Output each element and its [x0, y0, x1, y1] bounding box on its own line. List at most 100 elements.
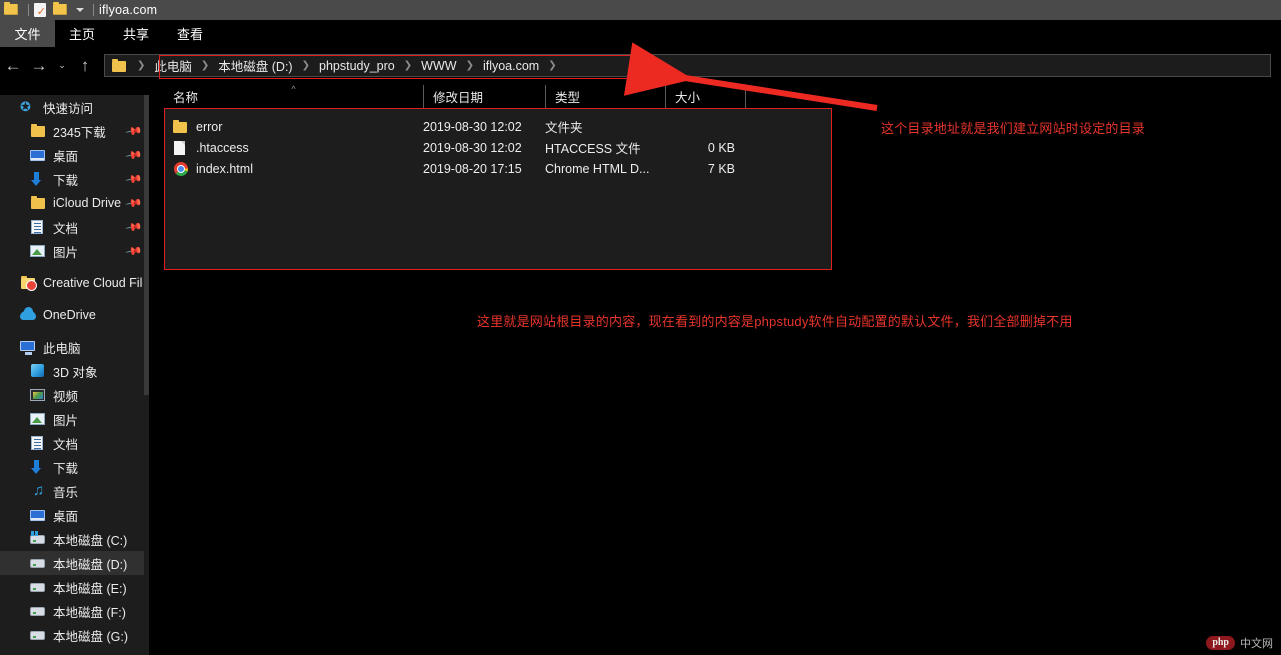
file-name-label: index.html — [196, 161, 253, 176]
file-size-cell: 7 KB — [707, 161, 735, 176]
file-date-cell: 2019-08-20 17:15 — [423, 161, 522, 176]
table-row[interactable]: error 2019-08-30 12:02 文件夹 — [164, 116, 832, 137]
properties-checkmark-icon[interactable] — [34, 2, 50, 18]
sidebar-item-label: 文档 — [53, 221, 79, 236]
sidebar-item-this-pc[interactable]: 此电脑 — [0, 335, 149, 359]
sidebar-item-local-disk-f[interactable]: 本地磁盘 (F:) — [0, 599, 149, 623]
column-header-extra[interactable] — [745, 85, 865, 108]
column-header-size-label: 大小 — [675, 91, 701, 105]
column-header-type[interactable]: 类型 — [545, 85, 665, 108]
breadcrumb-item-iflyoa-com[interactable]: iflyoa.com — [481, 59, 541, 73]
sidebar-item-music[interactable]: ♫ 音乐 — [0, 479, 149, 503]
breadcrumb-item-phpstudy-pro[interactable]: phpstudy_pro — [317, 59, 397, 73]
recent-locations-chevron-icon[interactable]: ⌄ — [52, 53, 72, 79]
sidebar-item-local-disk-e[interactable]: 本地磁盘 (E:) — [0, 575, 149, 599]
watermark-text: 中文网 — [1240, 638, 1273, 650]
up-arrow-icon[interactable]: ↑ — [72, 53, 98, 79]
sidebar-item-downloads[interactable]: 下载 📌 — [0, 167, 149, 191]
drive-icon — [30, 603, 46, 619]
sidebar-item-label: 本地磁盘 (D:) — [53, 557, 128, 572]
column-header-date-label: 修改日期 — [433, 91, 484, 105]
pin-icon[interactable]: 📌 — [125, 218, 144, 237]
sidebar-item-label: 图片 — [53, 413, 79, 428]
pin-icon[interactable]: 📌 — [125, 146, 144, 165]
music-icon: ♫ — [33, 482, 45, 499]
navigation-bar: ← → ⌄ ↑ ❯ 此电脑 ❯ 本地磁盘 (D:) ❯ phpstudy_pro… — [0, 47, 1281, 84]
file-name-cell[interactable]: .htaccess — [164, 140, 423, 156]
sidebar-item-3d-objects[interactable]: 3D 对象 — [0, 359, 149, 383]
sidebar-scrollbar[interactable] — [144, 95, 149, 655]
breadcrumb-item-local-disk-d[interactable]: 本地磁盘 (D:) — [216, 56, 294, 75]
sidebar-item-local-disk-c[interactable]: 本地磁盘 (C:) — [0, 527, 149, 551]
customize-toolbar-caret-icon[interactable] — [76, 8, 84, 12]
sidebar-item-downloads-pc[interactable]: 下载 — [0, 455, 149, 479]
forward-arrow-icon[interactable]: → — [26, 53, 52, 79]
sidebar-item-local-disk-d[interactable]: 本地磁盘 (D:) — [0, 551, 149, 575]
sidebar-item-pictures-pc[interactable]: 图片 — [0, 407, 149, 431]
breadcrumb-separator-5[interactable]: ❯ — [541, 60, 563, 71]
file-type-cell: 文件夹 — [545, 121, 583, 135]
file-list[interactable]: error 2019-08-30 12:02 文件夹 .htaccess 201… — [164, 108, 832, 270]
cloud-icon — [20, 307, 36, 323]
column-header-name[interactable]: 名称 ^ — [164, 84, 423, 108]
column-header-date[interactable]: 修改日期 — [423, 85, 545, 108]
tab-home[interactable]: 主页 — [55, 20, 109, 47]
sidebar-item-local-disk-g[interactable]: 本地磁盘 (G:) — [0, 623, 149, 647]
sidebar-item-label: 桌面 — [53, 149, 79, 164]
sidebar-item-videos[interactable]: 视频 — [0, 383, 149, 407]
breadcrumb-item-www[interactable]: WWW — [419, 59, 458, 73]
sidebar-item-onedrive[interactable]: OneDrive — [0, 303, 149, 327]
breadcrumb-separator-2[interactable]: ❯ — [295, 60, 317, 71]
breadcrumb-separator-4[interactable]: ❯ — [459, 60, 481, 71]
tab-file[interactable]: 文件 — [0, 20, 55, 47]
sidebar-item-desktop[interactable]: 桌面 📌 — [0, 143, 149, 167]
folder-icon — [30, 195, 46, 211]
pin-icon[interactable]: 📌 — [125, 194, 144, 213]
back-arrow-icon[interactable]: ← — [0, 53, 26, 79]
table-row[interactable]: .htaccess 2019-08-30 12:02 HTACCESS 文件 0… — [164, 137, 832, 158]
document-icon — [30, 435, 46, 451]
breadcrumb-separator-1[interactable]: ❯ — [194, 60, 216, 71]
sidebar-item-desktop-pc[interactable]: 桌面 — [0, 503, 149, 527]
breadcrumb-separator-0: ❯ — [137, 60, 146, 71]
monitor-icon — [30, 507, 46, 523]
sidebar-item-label: 快速访问 — [43, 101, 94, 116]
sidebar-item-label: 音乐 — [53, 485, 79, 500]
navigation-sidebar[interactable]: ✪ 快速访问 2345下载 📌 桌面 📌 下载 📌 iCloud Drive 📌… — [0, 95, 149, 655]
creativecloud-icon — [20, 275, 37, 291]
pin-icon[interactable]: 📌 — [125, 242, 144, 261]
annotation-text-content: 这里就是网站根目录的内容，现在看到的内容是phpstudy软件自动配置的默认文件… — [477, 314, 1073, 329]
new-folder-icon[interactable] — [53, 2, 69, 18]
sidebar-item-label: 本地磁盘 (C:) — [53, 533, 128, 548]
column-header-name-label: 名称 — [173, 91, 199, 105]
file-name-label: error — [196, 119, 223, 134]
file-name-cell[interactable]: index.html — [164, 161, 423, 177]
php-logo: php — [1206, 636, 1235, 650]
sidebar-item-icloud-drive[interactable]: iCloud Drive 📌 — [0, 191, 149, 215]
folder-icon[interactable] — [4, 2, 20, 18]
annotation-text-address: 这个目录地址就是我们建立网站时设定的目录 — [881, 121, 1146, 136]
sidebar-item-documents-pc[interactable]: 文档 — [0, 431, 149, 455]
file-name-cell[interactable]: error — [164, 119, 423, 135]
column-header-size[interactable]: 大小 — [665, 85, 745, 108]
file-name-label: .htaccess — [196, 140, 249, 155]
sidebar-scrollbar-thumb[interactable] — [144, 95, 149, 395]
picture-icon — [30, 243, 46, 259]
table-row[interactable]: index.html 2019-08-20 17:15 Chrome HTML … — [164, 158, 832, 179]
breadcrumb-item-this-pc[interactable]: 此电脑 — [152, 56, 194, 75]
sidebar-item-documents[interactable]: 文档 📌 — [0, 215, 149, 239]
file-icon — [173, 140, 189, 156]
pin-icon[interactable]: 📌 — [125, 170, 144, 189]
tab-view[interactable]: 查看 — [163, 20, 217, 47]
sidebar-item-quick-access[interactable]: ✪ 快速访问 — [0, 95, 149, 119]
tab-share[interactable]: 共享 — [109, 20, 163, 47]
address-bar[interactable]: ❯ 此电脑 ❯ 本地磁盘 (D:) ❯ phpstudy_pro ❯ WWW ❯… — [104, 54, 1271, 77]
ribbon-tabs: 文件 主页 共享 查看 — [0, 20, 1281, 47]
pin-icon[interactable]: 📌 — [125, 122, 144, 141]
folder-icon — [173, 119, 189, 135]
breadcrumb-separator-3[interactable]: ❯ — [397, 60, 419, 71]
sidebar-item-pictures[interactable]: 图片 📌 — [0, 239, 149, 263]
sidebar-item-2345-downloads[interactable]: 2345下载 📌 — [0, 119, 149, 143]
sidebar-item-creative-cloud-files[interactable]: Creative Cloud File — [0, 271, 149, 295]
document-icon — [30, 219, 46, 235]
